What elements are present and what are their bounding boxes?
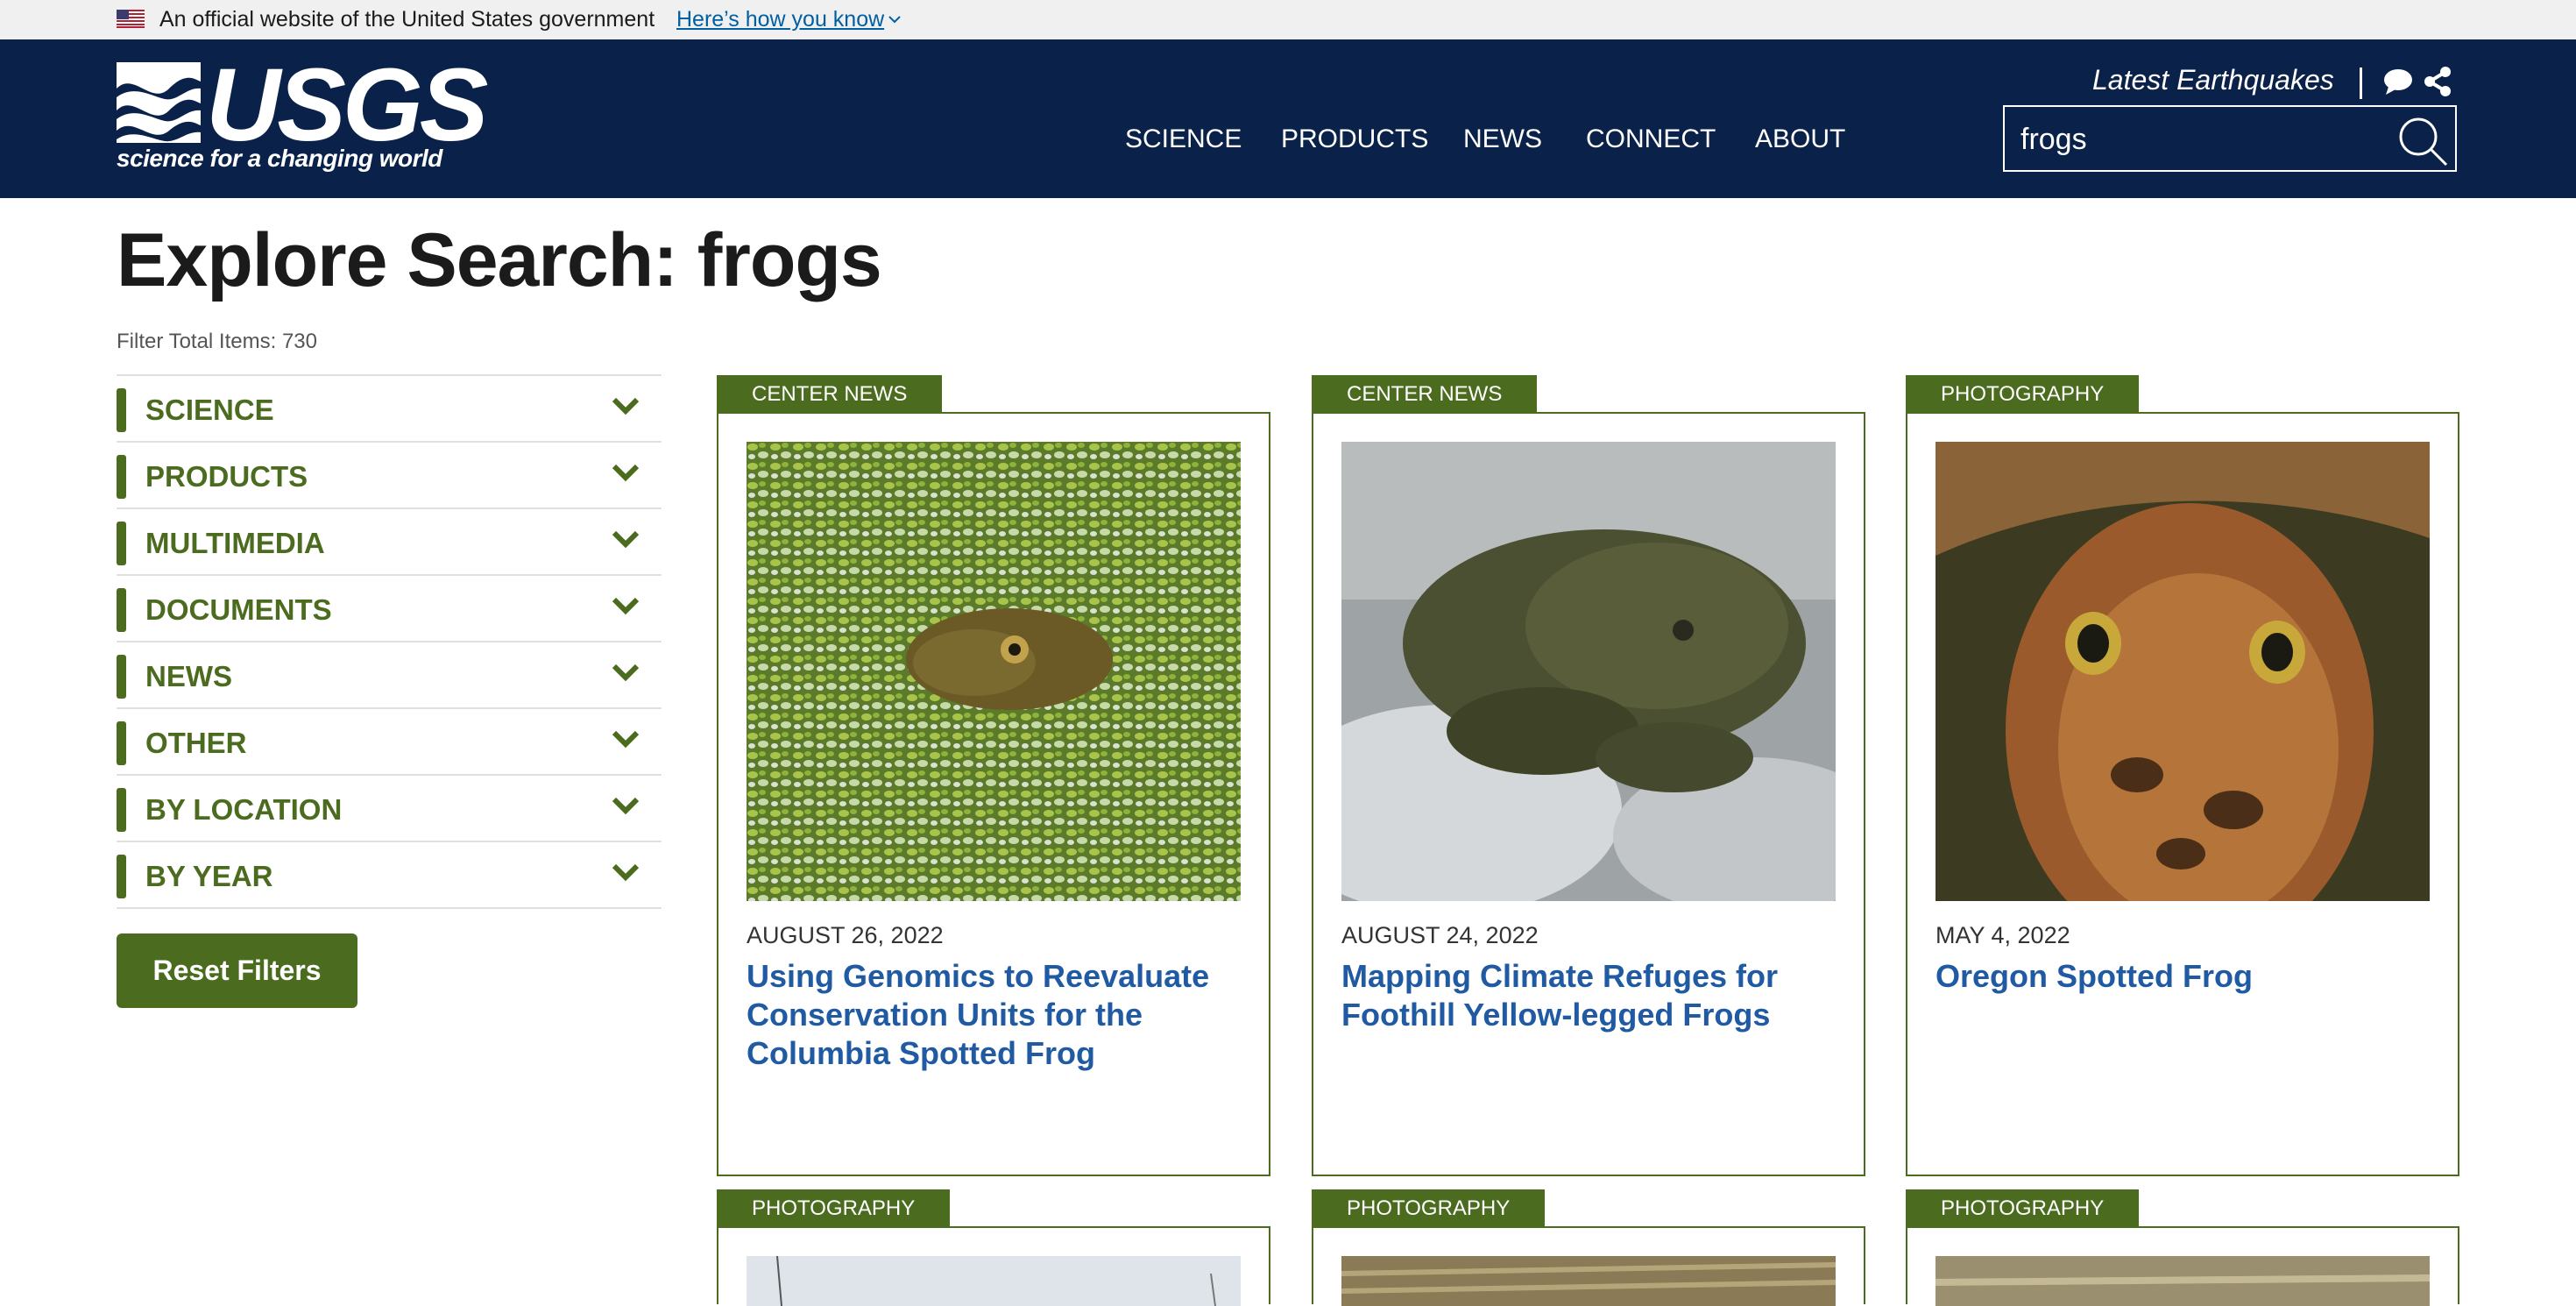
search-icon[interactable] (2394, 112, 2450, 168)
card-category-tag: CENTER NEWS (1312, 375, 1538, 412)
card-title-link[interactable]: Using Genomics to Reevaluate Conservatio… (747, 957, 1246, 1073)
card-image-frog-in-duckweed[interactable] (747, 442, 1241, 901)
card-image-frog-top-view[interactable] (1936, 442, 2430, 901)
chevron-down-icon[interactable] (611, 862, 640, 884)
filter-label: PRODUCTS (145, 460, 308, 493)
card-body[interactable]: MAY 4, 2022 Oregon Spotted Frog (1906, 412, 2459, 1176)
filter-other[interactable]: OTHER (117, 709, 662, 776)
card-image-dry-grass[interactable] (1341, 1256, 1836, 1306)
card-body[interactable]: AUGUST 26, 2022 Using Genomics to Reeval… (717, 412, 1270, 1176)
filter-science[interactable]: SCIENCE (117, 376, 662, 443)
nav-about[interactable]: ABOUT (1755, 124, 1845, 154)
filter-accent-bar (117, 855, 126, 898)
latest-earthquakes-link[interactable]: Latest Earthquakes (2092, 64, 2334, 96)
filter-documents[interactable]: DOCUMENTS (117, 576, 662, 642)
chevron-down-icon[interactable] (611, 728, 640, 751)
gov-banner-text: An official website of the United States… (159, 7, 655, 32)
filter-label: NEWS (145, 660, 232, 692)
filter-accent-bar (117, 655, 126, 699)
chevron-down-icon[interactable] (611, 395, 640, 418)
chat-icon[interactable] (2383, 67, 2413, 96)
filter-label: BY LOCATION (145, 793, 343, 826)
filter-label: DOCUMENTS (145, 593, 332, 626)
usgs-logo[interactable]: USGS science for a changing world (117, 53, 488, 176)
chevron-down-icon[interactable] (611, 529, 640, 551)
filter-accent-bar (117, 388, 126, 432)
card-title-link[interactable]: Oregon Spotted Frog (1936, 957, 2435, 996)
card-body[interactable] (717, 1226, 1270, 1306)
header-divider (2360, 67, 2362, 99)
card-date: AUGUST 26, 2022 (747, 922, 944, 948)
chevron-down-icon[interactable] (611, 595, 640, 618)
page-title: Explore Search: frogs (117, 218, 882, 302)
filter-accent-bar (117, 721, 126, 765)
logo-tagline: science for a changing world (117, 145, 442, 172)
chevron-down-icon[interactable] (887, 11, 902, 27)
chevron-down-icon[interactable] (611, 462, 640, 485)
filter-list: SCIENCE PRODUCTS MULTIMEDIA DOCUMENTS NE… (117, 374, 662, 909)
card-title-link[interactable]: Mapping Climate Refuges for Foothill Yel… (1341, 957, 1841, 1034)
nav-products[interactable]: PRODUCTS (1281, 124, 1428, 154)
filter-accent-bar (117, 588, 126, 632)
card-image-grass-ground[interactable] (1936, 1256, 2430, 1306)
filter-multimedia[interactable]: MULTIMEDIA (117, 509, 662, 576)
heres-how-you-know-link[interactable]: Here’s how you know (676, 7, 884, 32)
card-body[interactable] (1312, 1226, 1865, 1306)
search-box (2003, 105, 2457, 172)
filter-accent-bar (117, 522, 126, 565)
filter-total-items: Filter Total Items: 730 (117, 330, 317, 353)
card-category-tag: PHOTOGRAPHY (1312, 1189, 1546, 1226)
card-category-tag: PHOTOGRAPHY (717, 1189, 951, 1226)
card-body[interactable] (1906, 1226, 2459, 1306)
card-date: MAY 4, 2022 (1936, 922, 2070, 948)
filter-label: BY YEAR (145, 860, 273, 892)
card-image-frog-on-rock[interactable] (1341, 442, 1836, 901)
nav-connect[interactable]: CONNECT (1586, 124, 1716, 154)
filter-by-location[interactable]: BY LOCATION (117, 776, 662, 842)
chevron-down-icon[interactable] (611, 795, 640, 818)
filter-news[interactable]: NEWS (117, 642, 662, 709)
logo-wordmark: USGS (206, 47, 488, 163)
filter-by-year[interactable]: BY YEAR (117, 842, 662, 909)
filter-accent-bar (117, 455, 126, 499)
card-category-tag: PHOTOGRAPHY (1906, 1189, 2140, 1226)
search-input[interactable] (2019, 117, 2373, 161)
nav-science[interactable]: SCIENCE (1125, 124, 1242, 154)
chevron-down-icon[interactable] (611, 662, 640, 685)
reset-filters-button[interactable]: Reset Filters (117, 933, 357, 1008)
gov-banner: An official website of the United States… (0, 0, 2576, 39)
us-flag-icon (117, 10, 145, 28)
filter-label: MULTIMEDIA (145, 527, 325, 559)
card-body[interactable]: AUGUST 24, 2022 Mapping Climate Refuges … (1312, 412, 1865, 1176)
filter-label: OTHER (145, 727, 247, 759)
filter-label: SCIENCE (145, 394, 274, 426)
share-icon[interactable] (2424, 66, 2452, 97)
site-header: USGS science for a changing world SCIENC… (0, 39, 2576, 198)
card-date: AUGUST 24, 2022 (1341, 922, 1539, 948)
card-category-tag: PHOTOGRAPHY (1906, 375, 2140, 412)
usgs-wave-icon (117, 62, 201, 143)
filter-products[interactable]: PRODUCTS (117, 443, 662, 509)
card-image-wetland-sky[interactable] (747, 1256, 1241, 1306)
filter-accent-bar (117, 788, 126, 832)
nav-news[interactable]: NEWS (1463, 124, 1542, 154)
card-category-tag: CENTER NEWS (717, 375, 943, 412)
